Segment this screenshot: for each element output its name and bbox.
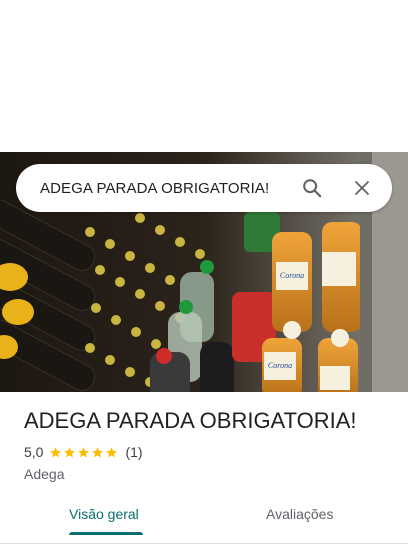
star-icon (92, 446, 104, 457)
search-icon[interactable] (296, 172, 328, 204)
star-rating (49, 446, 119, 459)
search-bar[interactable]: ADEGA PARADA OBRIGATORIA! (16, 164, 392, 212)
star-icon (78, 446, 90, 457)
star-icon (50, 446, 62, 457)
review-count[interactable]: (1) (125, 444, 142, 460)
tab-overview[interactable]: Visão geral (69, 506, 139, 522)
rating-value: 5,0 (24, 444, 44, 460)
star-icon (106, 446, 118, 457)
tab-bar: Visão geral Avaliações (0, 496, 408, 544)
active-tab-indicator (69, 532, 143, 535)
rating-row[interactable]: 5,0 (1) (24, 444, 143, 460)
map-blank-area (0, 0, 408, 152)
place-category[interactable]: Adega (24, 466, 64, 482)
close-icon[interactable] (346, 172, 378, 204)
place-title: ADEGA PARADA OBRIGATORIA! (24, 408, 357, 433)
tab-reviews[interactable]: Avaliações (266, 506, 333, 522)
star-icon (64, 446, 76, 457)
search-query-text[interactable]: ADEGA PARADA OBRIGATORIA! (40, 180, 296, 197)
svg-text:Corona: Corona (280, 271, 304, 280)
svg-text:Corona: Corona (268, 361, 292, 370)
